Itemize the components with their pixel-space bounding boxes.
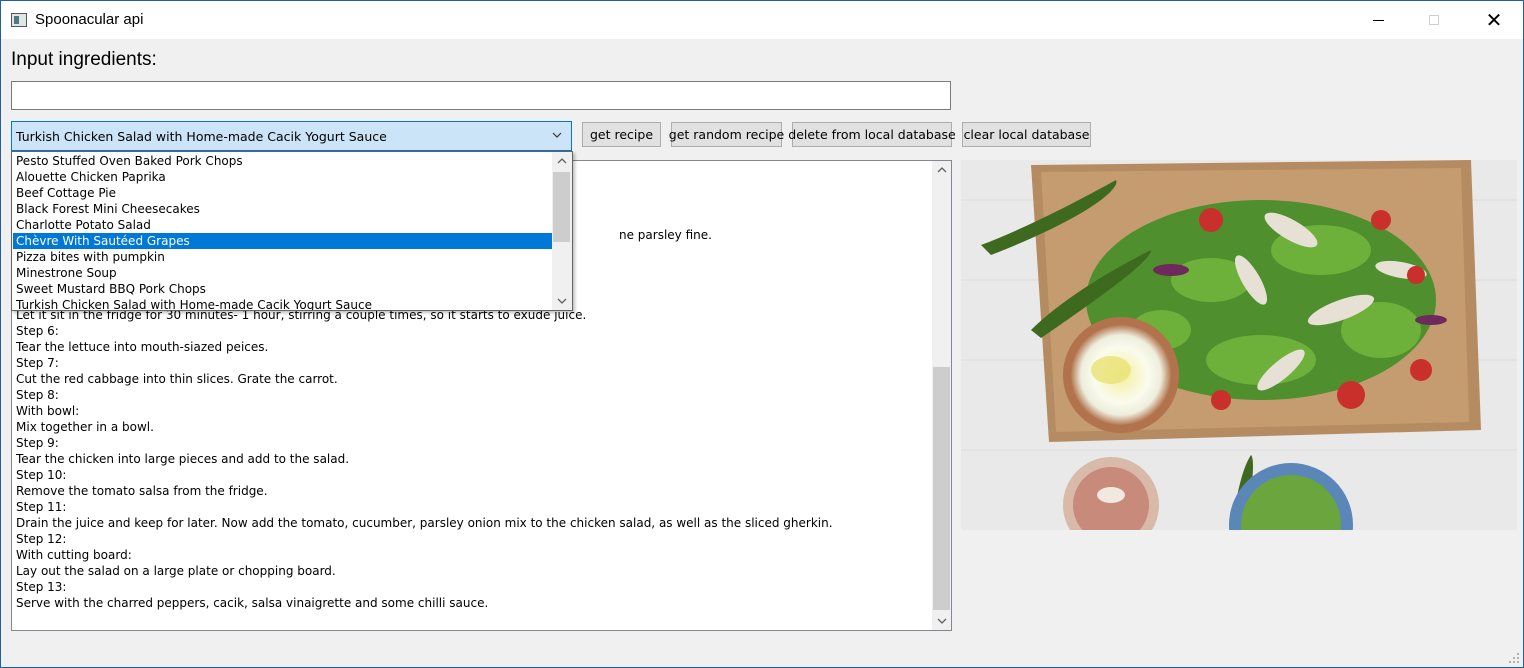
dropdown-scroll-up[interactable] bbox=[552, 152, 571, 170]
app-icon bbox=[11, 13, 27, 27]
chevron-down-icon bbox=[557, 298, 566, 304]
dropdown-option[interactable]: Minestrone Soup bbox=[13, 265, 554, 281]
step-line: Step 10: bbox=[16, 468, 67, 482]
dropdown-scroll-thumb[interactable] bbox=[553, 172, 570, 242]
step-line: Remove the tomato salsa from the fridge. bbox=[16, 484, 268, 498]
dropdown-option[interactable]: Black Forest Mini Cheesecakes bbox=[13, 201, 554, 217]
step-line: Step 9: bbox=[16, 436, 59, 450]
dropdown-option[interactable]: Pizza bites with pumpkin bbox=[13, 249, 554, 265]
dropdown-option[interactable]: Turkish Chicken Salad with Home-made Cac… bbox=[13, 297, 554, 310]
maximize-button[interactable] bbox=[1411, 1, 1457, 39]
window-title: Spoonacular api bbox=[35, 11, 144, 28]
dropdown-option[interactable]: Pesto Stuffed Oven Baked Pork Chops bbox=[13, 153, 554, 169]
recipe-dropdown-list[interactable]: Pesto Stuffed Oven Baked Pork Chops Aloue… bbox=[11, 151, 573, 311]
get-recipe-button[interactable]: get recipe bbox=[582, 122, 661, 147]
dropdown-scroll-down[interactable] bbox=[552, 292, 571, 310]
step-line: Lay out the salad on a large plate or ch… bbox=[16, 564, 336, 578]
step-line: Step 11: bbox=[16, 500, 67, 514]
step-line: Step 8: bbox=[16, 388, 59, 402]
step-line: Mix together in a bowl. bbox=[16, 420, 154, 434]
steps-scrollbar[interactable] bbox=[932, 161, 951, 630]
dropdown-option[interactable]: Charlotte Potato Salad bbox=[13, 217, 554, 233]
step-line: Step 13: bbox=[16, 580, 67, 594]
close-button[interactable]: ✕ bbox=[1471, 1, 1517, 39]
ingredients-label: Input ingredients: bbox=[11, 49, 157, 70]
step-line: Drain the juice and keep for later. Now … bbox=[16, 516, 833, 530]
dropdown-option[interactable]: Alouette Chicken Paprika bbox=[13, 169, 554, 185]
step-line: With bowl: bbox=[16, 404, 80, 418]
step-line: Tear the chicken into large pieces and a… bbox=[16, 452, 350, 466]
dropdown-option[interactable]: Chèvre With Sautéed Grapes bbox=[13, 233, 554, 249]
salad-photo bbox=[961, 160, 1517, 530]
dropdown-scrollbar[interactable] bbox=[552, 152, 572, 310]
close-icon: ✕ bbox=[1485, 8, 1503, 32]
step-line: Serve with the charred peppers, cacik, s… bbox=[16, 596, 489, 610]
step-line-partial: ne parsley fine. bbox=[619, 228, 712, 242]
step-line: Step 7: bbox=[16, 356, 59, 370]
ingredients-input[interactable] bbox=[11, 81, 951, 110]
title-bar[interactable]: Spoonacular api ✕ bbox=[1, 1, 1523, 39]
chevron-up-icon bbox=[557, 158, 566, 164]
chevron-down-icon bbox=[552, 132, 562, 138]
chevron-up-icon bbox=[937, 167, 946, 173]
delete-from-local-database-button[interactable]: delete from local database bbox=[788, 122, 956, 147]
clear-local-database-button[interactable]: clear local database bbox=[962, 122, 1091, 147]
chevron-down-icon bbox=[937, 618, 946, 624]
recipe-select[interactable]: Turkish Chicken Salad with Home-made Cac… bbox=[11, 121, 572, 151]
step-lines: Step 6: Tear the lettuce into mouth-siaze… bbox=[16, 323, 833, 611]
resize-grip-icon[interactable] bbox=[1509, 653, 1519, 663]
dropdown-option[interactable]: Sweet Mustard BBQ Pork Chops bbox=[13, 281, 554, 297]
recipe-select-value: Turkish Chicken Salad with Home-made Cac… bbox=[16, 129, 387, 144]
step-line: Cut the red cabbage into thin slices. Gr… bbox=[16, 372, 338, 386]
minimize-button[interactable] bbox=[1355, 1, 1401, 39]
step-line: Step 6: bbox=[16, 324, 59, 338]
scroll-down-arrow[interactable] bbox=[932, 612, 951, 630]
step-line: Step 12: bbox=[16, 532, 67, 546]
step-line: Tear the lettuce into mouth-siazed peice… bbox=[16, 340, 269, 354]
dropdown-option[interactable]: Beef Cottage Pie bbox=[13, 185, 554, 201]
maximize-icon bbox=[1429, 15, 1439, 25]
scroll-thumb[interactable] bbox=[933, 367, 950, 610]
get-random-recipe-button[interactable]: get random recipe bbox=[669, 122, 784, 147]
main-window: Spoonacular api ✕ Input ingredients: Tur… bbox=[0, 0, 1524, 668]
minimize-icon bbox=[1372, 19, 1384, 21]
scroll-up-arrow[interactable] bbox=[932, 161, 951, 179]
step-line: With cutting board: bbox=[16, 548, 132, 562]
recipe-image bbox=[961, 160, 1517, 530]
